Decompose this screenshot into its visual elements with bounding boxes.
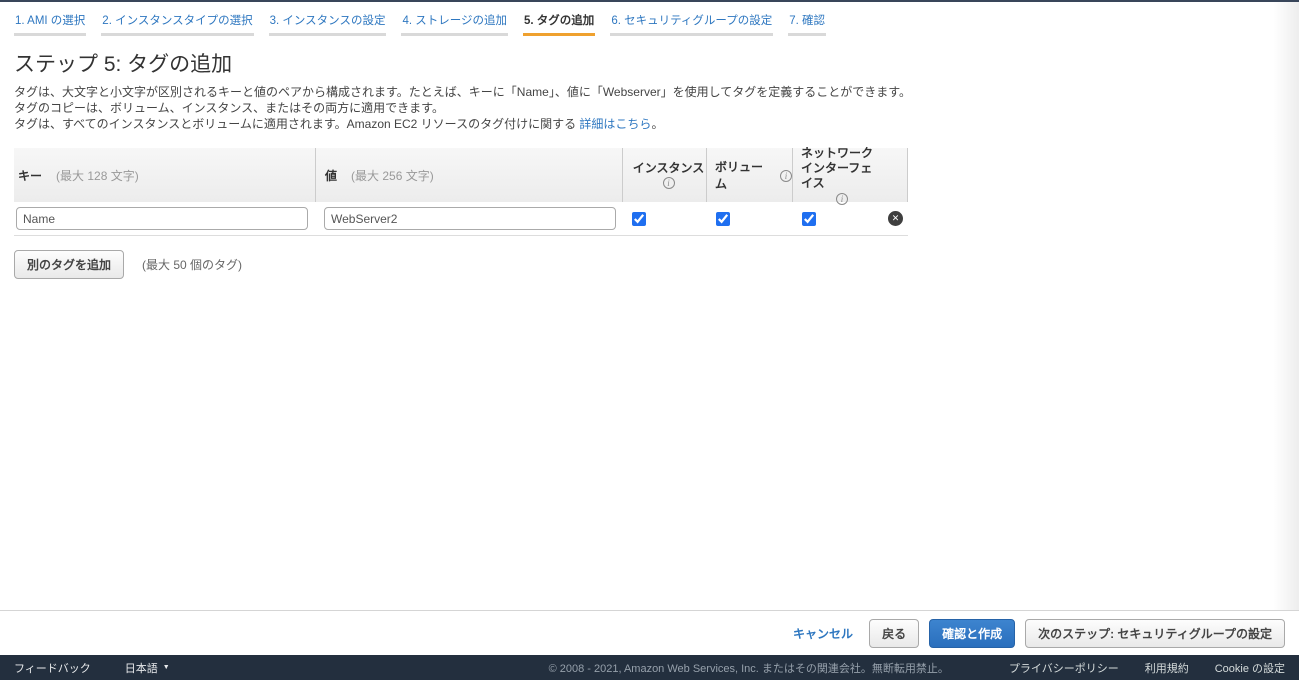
- description-line-3: タグは、すべてのインスタンスとボリュームに適用されます。Amazon EC2 リ…: [14, 116, 1285, 132]
- tag-volumes-cell: [706, 202, 792, 235]
- tag-remove-cell: ✕: [883, 202, 908, 235]
- tab-7-review[interactable]: 7. 確認: [788, 10, 826, 36]
- tab-6-configure-security-group[interactable]: 6. セキュリティグループの設定: [610, 10, 773, 36]
- tab-4-add-storage[interactable]: 4. ストレージの追加: [401, 10, 508, 36]
- value-limit-label: (最大 256 文字): [351, 167, 434, 184]
- tag-row: ✕: [14, 202, 908, 236]
- tab-5-add-tags[interactable]: 5. タグの追加: [523, 10, 595, 36]
- network-interfaces-checkbox[interactable]: [802, 212, 816, 226]
- column-header-instances: インスタンス i: [622, 148, 706, 202]
- cancel-link[interactable]: キャンセル: [793, 625, 853, 642]
- learn-more-link[interactable]: 詳細はこちら: [579, 117, 651, 131]
- language-selector[interactable]: 日本語 ▼: [125, 660, 170, 676]
- description-line-1: タグは、大文字と小文字が区別されるキーと値のペアから構成されます。たとえば、キー…: [14, 84, 1285, 100]
- description-line-2: タグのコピーは、ボリューム、インスタンス、またはその両方に適用できます。: [14, 100, 1285, 116]
- cookie-settings-link[interactable]: Cookie の設定: [1215, 660, 1285, 676]
- tags-table-header: キー (最大 128 文字) 値 (最大 256 文字) インスタンス i ボリ…: [14, 148, 908, 202]
- tab-1-choose-ami[interactable]: 1. AMI の選択: [14, 10, 86, 36]
- feedback-link[interactable]: フィードバック: [14, 660, 91, 676]
- wizard-action-bar: キャンセル 戻る 確認と作成 次のステップ: セキュリティグループの設定: [0, 610, 1299, 655]
- column-header-network-interfaces: ネットワークインターフェイス i: [792, 148, 883, 202]
- console-footer: フィードバック 日本語 ▼ © 2008 - 2021, Amazon Web S…: [0, 655, 1299, 680]
- column-header-value: 値 (最大 256 文字): [315, 148, 622, 202]
- column-header-volumes: ボリューム i: [706, 148, 792, 202]
- column-header-remove: [883, 148, 908, 202]
- volumes-checkbox[interactable]: [716, 212, 730, 226]
- wizard-step-tabs: 1. AMI の選択 2. インスタンスタイプの選択 3. インスタンスの設定 …: [0, 2, 1299, 36]
- copyright-text: © 2008 - 2021, Amazon Web Services, Inc.…: [549, 660, 949, 676]
- remove-tag-icon[interactable]: ✕: [888, 211, 903, 226]
- value-header-label: 値: [325, 167, 337, 184]
- network-interfaces-header-label: ネットワークインターフェイス: [801, 146, 883, 191]
- next-step-button[interactable]: 次のステップ: セキュリティグループの設定: [1025, 619, 1285, 648]
- page-title: ステップ 5: タグの追加: [14, 48, 1285, 78]
- instances-info-icon[interactable]: i: [663, 177, 675, 189]
- description-line-3-period: 。: [651, 117, 663, 131]
- privacy-policy-link[interactable]: プライバシーポリシー: [1009, 660, 1119, 676]
- terms-of-use-link[interactable]: 利用規約: [1145, 660, 1189, 676]
- instances-header-label: インスタンス: [633, 161, 705, 175]
- tag-limit-note: (最大 50 個のタグ): [142, 256, 242, 273]
- language-label: 日本語: [125, 660, 158, 676]
- tags-table: キー (最大 128 文字) 値 (最大 256 文字) インスタンス i ボリ…: [14, 148, 908, 236]
- chevron-down-icon: ▼: [163, 664, 170, 671]
- tag-key-input[interactable]: [16, 207, 308, 230]
- volumes-header-label: ボリューム: [715, 158, 774, 192]
- back-button[interactable]: 戻る: [869, 619, 919, 648]
- tag-value-input[interactable]: [324, 207, 616, 230]
- key-header-label: キー: [18, 167, 42, 184]
- instances-checkbox[interactable]: [632, 212, 646, 226]
- tag-key-cell: [14, 202, 315, 235]
- column-header-key: キー (最大 128 文字): [14, 148, 315, 202]
- tag-network-cell: [792, 202, 883, 235]
- add-tag-row: 別のタグを追加 (最大 50 個のタグ): [14, 250, 1285, 279]
- tab-2-choose-instance-type[interactable]: 2. インスタンスタイプの選択: [101, 10, 253, 36]
- main-content: ステップ 5: タグの追加 タグは、大文字と小文字が区別されるキーと値のペアから…: [0, 36, 1299, 279]
- tab-3-configure-instance[interactable]: 3. インスタンスの設定: [269, 10, 387, 36]
- tag-instances-cell: [622, 202, 706, 235]
- volumes-info-icon[interactable]: i: [780, 170, 792, 182]
- add-another-tag-button[interactable]: 別のタグを追加: [14, 250, 124, 279]
- review-and-launch-button[interactable]: 確認と作成: [929, 619, 1015, 648]
- key-limit-label: (最大 128 文字): [56, 167, 139, 184]
- legal-links: プライバシーポリシー 利用規約 Cookie の設定: [1009, 660, 1285, 676]
- tag-value-cell: [315, 202, 622, 235]
- description-line-3-text: タグは、すべてのインスタンスとボリュームに適用されます。Amazon EC2 リ…: [14, 117, 579, 131]
